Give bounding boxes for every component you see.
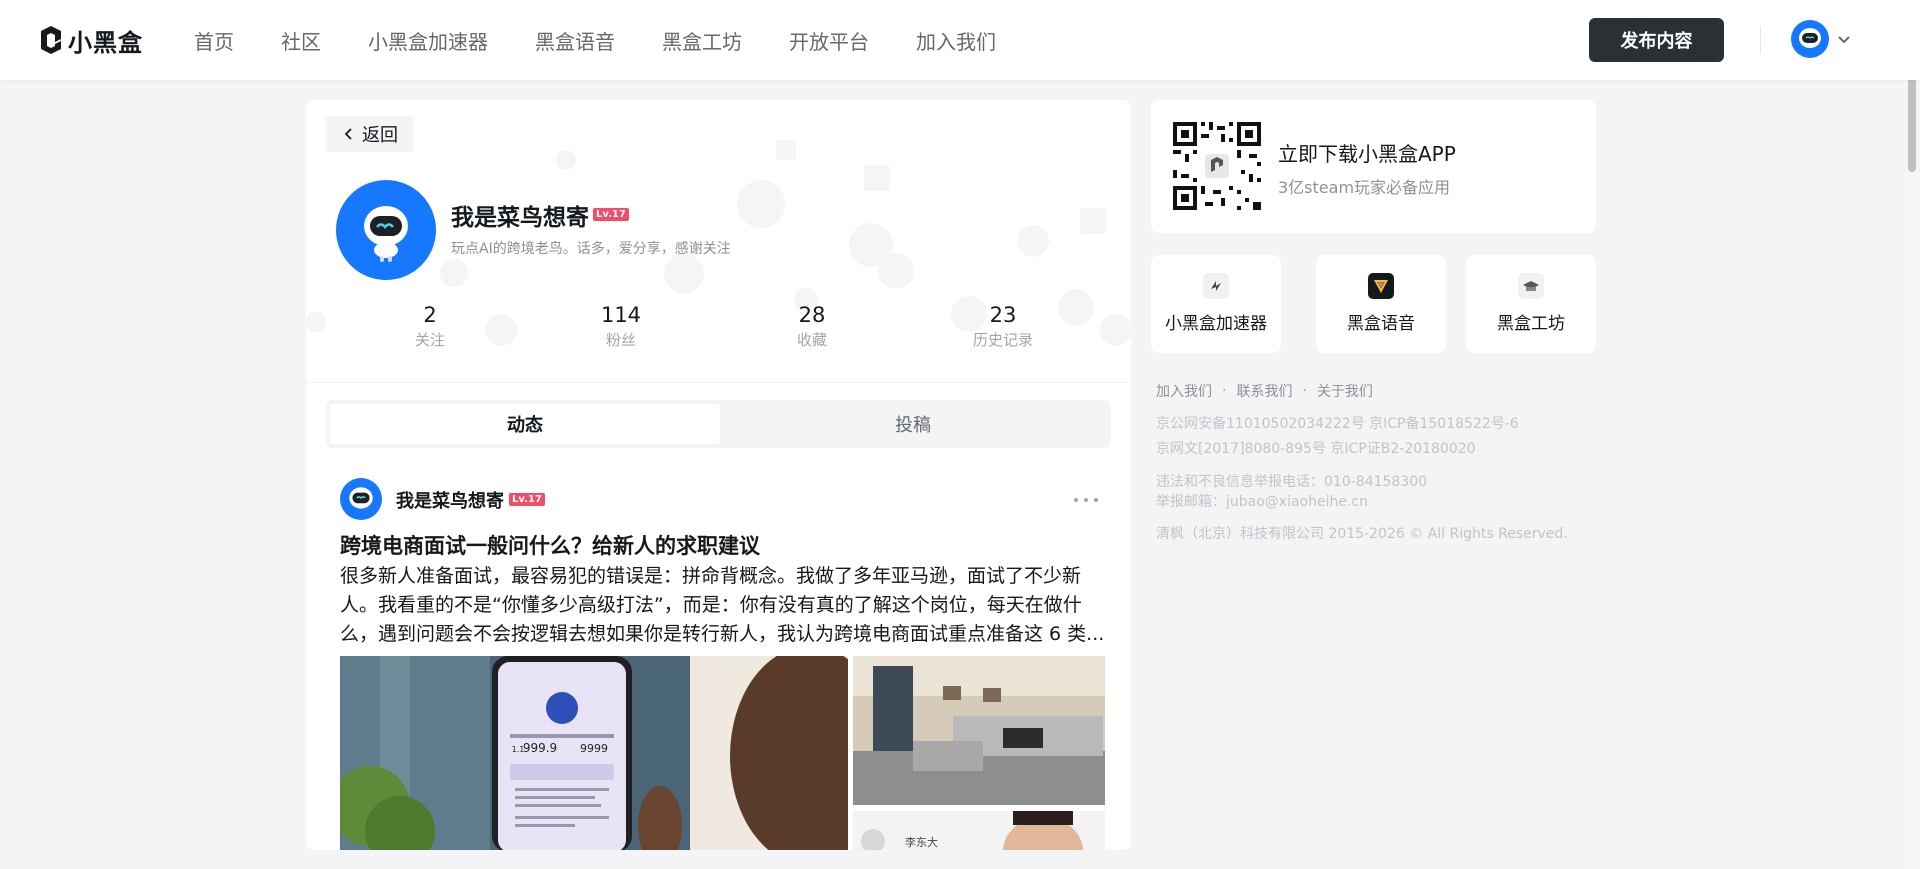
header-divider — [1760, 26, 1761, 54]
stat-value: 28 — [798, 303, 826, 327]
main-nav: 首页 社区 小黑盒加速器 黑盒语音 黑盒工坊 开放平台 加入我们 — [194, 0, 1043, 80]
brand-logo[interactable]: 小黑盒 — [38, 24, 143, 57]
chevron-left-icon — [344, 128, 352, 140]
robot-avatar-icon — [1799, 28, 1821, 48]
dot — [1094, 498, 1098, 502]
post-title[interactable]: 跨境电商面试一般问什么？给新人的求职建议 — [340, 530, 1110, 560]
stat-value: 2 — [423, 303, 437, 327]
stat-following[interactable]: 2 关注 — [370, 300, 490, 350]
profile-stats: 2 关注 114 粉丝 28 收藏 23 历史记录 — [306, 300, 1131, 360]
more-options-icon[interactable] — [1074, 490, 1098, 510]
phone-photo-image: 999.9 9999 1.1 — [340, 656, 848, 850]
profile-name: 我是菜鸟想寄 — [451, 205, 589, 231]
profile-avatar[interactable] — [336, 180, 436, 280]
stat-followers[interactable]: 114 粉丝 — [561, 300, 681, 350]
publish-button[interactable]: 发布内容 — [1589, 18, 1724, 62]
tab-feed[interactable]: 动态 — [330, 404, 720, 444]
stat-label: 收藏 — [796, 331, 827, 349]
brand-name: 小黑盒 — [68, 28, 143, 57]
user-avatar[interactable] — [1791, 20, 1829, 58]
footer-separator: · — [1222, 383, 1227, 399]
back-label: 返回 — [362, 125, 398, 146]
stat-favorites[interactable]: 28 收藏 — [752, 300, 872, 350]
profile-main-card: 返回 我是菜鸟想寄 Lv.17 玩点AI的跨境老鸟。话多，爱分享，感谢关注 2 … — [306, 100, 1131, 850]
dot — [1074, 498, 1078, 502]
footer-report-email: 举报邮箱：jubao@xiaoheihe.cn — [1156, 494, 1368, 510]
footer-copyright: 清枫（北京）科技有限公司 2015-2026 © All Rights Rese… — [1156, 526, 1568, 542]
robot-avatar-icon — [349, 487, 373, 509]
back-button[interactable]: 返回 — [326, 116, 414, 152]
stat-value: 114 — [600, 303, 642, 327]
workshop-icon — [1518, 273, 1544, 299]
accelerator-icon — [1203, 273, 1229, 299]
post-image-third[interactable]: 李东大 — [853, 811, 1105, 850]
nav-item-voice[interactable]: 黑盒语音 — [535, 26, 615, 55]
footer-link-contact[interactable]: 联系我们 — [1236, 381, 1292, 401]
qr-code-icon — [1171, 120, 1263, 212]
stat-history[interactable]: 23 历史记录 — [943, 300, 1063, 350]
post-body[interactable]: 很多新人准备面试，最容易犯的错误是：拼命背概念。我做了多年亚马逊，面试了不少新人… — [340, 562, 1110, 649]
phone-stat-c: 1.1 — [512, 745, 525, 754]
tab-posts[interactable]: 投稿 — [718, 404, 1108, 444]
quick-link-label: 小黑盒加速器 — [1165, 314, 1267, 334]
post-author-name[interactable]: 我是菜鸟想寄 — [396, 487, 504, 513]
post-image-office[interactable] — [853, 656, 1105, 805]
footer-report-phone: 违法和不良信息举报电话：010-84158300 — [1156, 474, 1428, 490]
app-download-card[interactable]: 立即下载小黑盒APP 3亿steam玩家必备应用 — [1151, 100, 1596, 233]
footer-link-about[interactable]: 关于我们 — [1317, 381, 1373, 401]
footer-separator: · — [1302, 383, 1307, 399]
phone-stat-a: 999.9 — [523, 741, 557, 755]
image-caption: 李东大 — [905, 835, 938, 849]
footer-icp-line-2[interactable]: 京网文[2017]8080-895号 京ICP证B2-20180020 — [1156, 438, 1476, 458]
footer-link-join[interactable]: 加入我们 — [1156, 381, 1212, 401]
top-navbar: 小黑盒 首页 社区 小黑盒加速器 黑盒语音 黑盒工坊 开放平台 加入我们 发布内… — [0, 0, 1920, 80]
stat-label: 粉丝 — [605, 331, 636, 349]
nav-item-accelerator[interactable]: 小黑盒加速器 — [368, 26, 488, 55]
profile-tabs: 动态 投稿 — [326, 400, 1111, 448]
nav-item-home[interactable]: 首页 — [194, 26, 234, 55]
level-badge: Lv.17 — [593, 208, 629, 221]
voice-icon — [1368, 273, 1394, 299]
person-photo-image: 李东大 — [853, 811, 1105, 850]
nav-item-community[interactable]: 社区 — [281, 26, 321, 55]
profile-bio: 玩点AI的跨境老鸟。话多，爱分享，感谢关注 — [451, 241, 731, 257]
phone-stat-b: 9999 — [580, 742, 608, 755]
nav-item-open-platform[interactable]: 开放平台 — [789, 26, 869, 55]
office-photo-image — [853, 656, 1105, 805]
logo-icon — [41, 26, 61, 54]
quick-link-label: 黑盒语音 — [1347, 314, 1415, 334]
post-author-avatar[interactable] — [340, 478, 382, 520]
dot — [1084, 498, 1088, 502]
level-badge: Lv.17 — [509, 493, 545, 506]
quick-link-accelerator[interactable]: 小黑盒加速器 — [1151, 255, 1281, 353]
stat-label: 关注 — [414, 331, 445, 349]
section-divider — [306, 382, 1131, 383]
robot-avatar-icon — [364, 206, 408, 262]
footer-icp-line-1[interactable]: 京公网安备11010502034222号 京ICP备15018522号-6 — [1156, 413, 1519, 433]
quick-link-voice[interactable]: 黑盒语音 — [1316, 255, 1446, 353]
app-download-subtitle: 3亿steam玩家必备应用 — [1278, 178, 1451, 197]
nav-item-workshop[interactable]: 黑盒工坊 — [662, 26, 742, 55]
quick-link-label: 黑盒工坊 — [1497, 314, 1565, 334]
nav-item-join-us[interactable]: 加入我们 — [916, 26, 996, 55]
stat-value: 23 — [989, 303, 1017, 327]
app-download-title: 立即下载小黑盒APP — [1278, 142, 1456, 166]
footer-links: 加入我们 · 联系我们 · 关于我们 — [1156, 381, 1373, 401]
chevron-down-icon[interactable] — [1836, 31, 1852, 47]
quick-link-workshop[interactable]: 黑盒工坊 — [1466, 255, 1596, 353]
stat-label: 历史记录 — [972, 331, 1033, 349]
post-image-main[interactable]: 999.9 9999 1.1 — [340, 656, 848, 850]
